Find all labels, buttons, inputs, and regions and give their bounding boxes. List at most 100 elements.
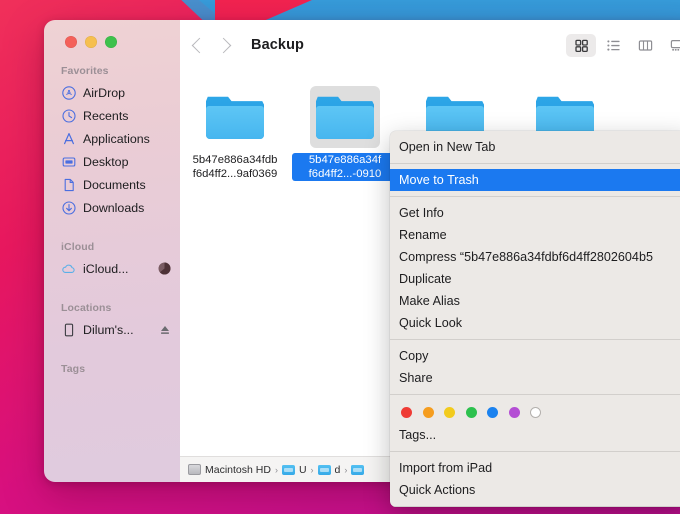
menu-item-tags[interactable]: Tags... bbox=[390, 424, 680, 446]
menu-item-open-in-new-tab[interactable]: Open in New Tab bbox=[390, 136, 680, 158]
sidebar-group-locations: Locations Dilum's... bbox=[44, 302, 180, 341]
close-button[interactable] bbox=[65, 36, 77, 48]
gallery-icon bbox=[669, 37, 680, 54]
window-traffic-lights bbox=[44, 20, 180, 48]
menu-separator bbox=[390, 506, 680, 507]
menu-item-move-to-trash[interactable]: Move to Trash bbox=[390, 169, 680, 191]
context-menu: Open in New Tab Move to Trash Get Info R… bbox=[390, 131, 680, 507]
sidebar-item-label: Documents bbox=[83, 178, 146, 192]
path-segment-label: U bbox=[299, 464, 307, 476]
sidebar-group-icloud: iCloud iCloud... bbox=[44, 241, 180, 280]
list-view-button[interactable] bbox=[598, 34, 628, 57]
sidebar-item-label: Applications bbox=[83, 132, 150, 146]
sidebar-group-title-icloud: iCloud bbox=[44, 241, 180, 257]
path-separator: › bbox=[311, 465, 314, 475]
menu-separator bbox=[390, 163, 680, 164]
sidebar-item-label: Desktop bbox=[83, 155, 128, 169]
finder-window: Favorites AirDrop Recents bbox=[44, 20, 680, 482]
sidebar-item-label: Recents bbox=[83, 109, 128, 123]
desktop-wallpaper: Favorites AirDrop Recents bbox=[0, 0, 680, 514]
menu-item-rename[interactable]: Rename bbox=[390, 224, 680, 246]
menu-item-quick-look[interactable]: Quick Look bbox=[390, 312, 680, 334]
sidebar-group-title-tags: Tags bbox=[44, 363, 180, 379]
menu-item-quick-actions[interactable]: Quick Actions bbox=[390, 479, 680, 501]
toolbar: Backup bbox=[180, 20, 680, 70]
sidebar-item-airdrop[interactable]: AirDrop bbox=[44, 81, 180, 104]
ipad-icon bbox=[61, 322, 76, 337]
eject-icon[interactable] bbox=[159, 324, 171, 336]
navigation-arrows bbox=[194, 40, 229, 51]
sidebar-item-downloads[interactable]: Downloads bbox=[44, 196, 180, 219]
document-icon bbox=[61, 177, 76, 192]
path-segment-label: d bbox=[335, 464, 341, 476]
applications-icon bbox=[61, 131, 76, 146]
menu-item-get-info[interactable]: Get Info bbox=[390, 202, 680, 224]
file-item[interactable]: 5b47e886a34fdb f6d4ff2...9af0369 bbox=[180, 82, 290, 181]
icloud-progress-indicator bbox=[158, 262, 171, 275]
columns-icon bbox=[637, 37, 654, 54]
folder-icon bbox=[351, 465, 364, 475]
sidebar-item-label: AirDrop bbox=[83, 86, 125, 100]
menu-item-share[interactable]: Share bbox=[390, 367, 680, 389]
path-segment-current[interactable] bbox=[351, 465, 364, 475]
maximize-button[interactable] bbox=[105, 36, 117, 48]
sidebar-group-favorites: Favorites AirDrop Recents bbox=[44, 65, 180, 219]
tag-color-purple[interactable] bbox=[509, 407, 520, 418]
sidebar-item-dilums-ipad[interactable]: Dilum's... bbox=[44, 318, 180, 341]
file-label-line2: f6d4ff2...-0910 bbox=[309, 168, 382, 180]
sidebar-group-tags: Tags bbox=[44, 363, 180, 379]
minimize-button[interactable] bbox=[85, 36, 97, 48]
folder-icon bbox=[200, 86, 270, 148]
sidebar-item-label: iCloud... bbox=[83, 262, 128, 276]
forward-button[interactable] bbox=[216, 37, 232, 53]
tag-color-green[interactable] bbox=[466, 407, 477, 418]
menu-item-import-from-ipad[interactable]: Import from iPad bbox=[390, 457, 680, 479]
list-icon bbox=[605, 37, 622, 54]
sidebar: Favorites AirDrop Recents bbox=[44, 20, 180, 482]
tag-color-red[interactable] bbox=[401, 407, 412, 418]
file-label-line1: 5b47e886a34f bbox=[309, 154, 381, 166]
folder-icon bbox=[318, 465, 331, 475]
tag-color-orange[interactable] bbox=[423, 407, 434, 418]
path-separator: › bbox=[344, 465, 347, 475]
folder-icon bbox=[310, 86, 380, 148]
menu-separator bbox=[390, 394, 680, 395]
file-item-label: 5b47e886a34f f6d4ff2...-0910 bbox=[292, 153, 398, 181]
tag-color-yellow[interactable] bbox=[444, 407, 455, 418]
sidebar-item-documents[interactable]: Documents bbox=[44, 173, 180, 196]
menu-item-copy[interactable]: Copy bbox=[390, 345, 680, 367]
gallery-view-button[interactable] bbox=[662, 34, 680, 57]
tag-color-none[interactable] bbox=[530, 407, 541, 418]
cloud-icon bbox=[61, 261, 76, 276]
desktop-icon bbox=[61, 154, 76, 169]
menu-item-duplicate[interactable]: Duplicate bbox=[390, 268, 680, 290]
page-title: Backup bbox=[251, 37, 304, 53]
sidebar-item-icloud-drive[interactable]: iCloud... bbox=[44, 257, 180, 280]
sidebar-item-label: Downloads bbox=[83, 201, 144, 215]
clock-icon bbox=[61, 108, 76, 123]
file-item-label: 5b47e886a34fdb f6d4ff2...9af0369 bbox=[182, 153, 288, 181]
view-mode-group bbox=[566, 34, 680, 57]
sidebar-group-title-locations: Locations bbox=[44, 302, 180, 318]
sidebar-item-desktop[interactable]: Desktop bbox=[44, 150, 180, 173]
sidebar-item-applications[interactable]: Applications bbox=[44, 127, 180, 150]
menu-item-make-alias[interactable]: Make Alias bbox=[390, 290, 680, 312]
path-segment-u[interactable]: U bbox=[282, 464, 307, 476]
sidebar-group-title-favorites: Favorites bbox=[44, 65, 180, 81]
file-item-selected[interactable]: 5b47e886a34f f6d4ff2...-0910 bbox=[290, 82, 400, 181]
menu-item-compress[interactable]: Compress “5b47e886a34fdbf6d4ff2802604b5 bbox=[390, 246, 680, 268]
tag-color-row bbox=[390, 400, 680, 424]
harddisk-icon bbox=[188, 464, 201, 475]
sidebar-item-label: Dilum's... bbox=[83, 323, 134, 337]
back-button[interactable] bbox=[192, 37, 208, 53]
sidebar-item-recents[interactable]: Recents bbox=[44, 104, 180, 127]
menu-separator bbox=[390, 196, 680, 197]
grid-icon bbox=[573, 37, 590, 54]
folder-icon bbox=[282, 465, 295, 475]
file-label-line1: 5b47e886a34fdb bbox=[193, 154, 278, 166]
path-segment-d[interactable]: d bbox=[318, 464, 341, 476]
icon-view-button[interactable] bbox=[566, 34, 596, 57]
column-view-button[interactable] bbox=[630, 34, 660, 57]
tag-color-blue[interactable] bbox=[487, 407, 498, 418]
path-segment-macintosh-hd[interactable]: Macintosh HD bbox=[188, 464, 271, 476]
